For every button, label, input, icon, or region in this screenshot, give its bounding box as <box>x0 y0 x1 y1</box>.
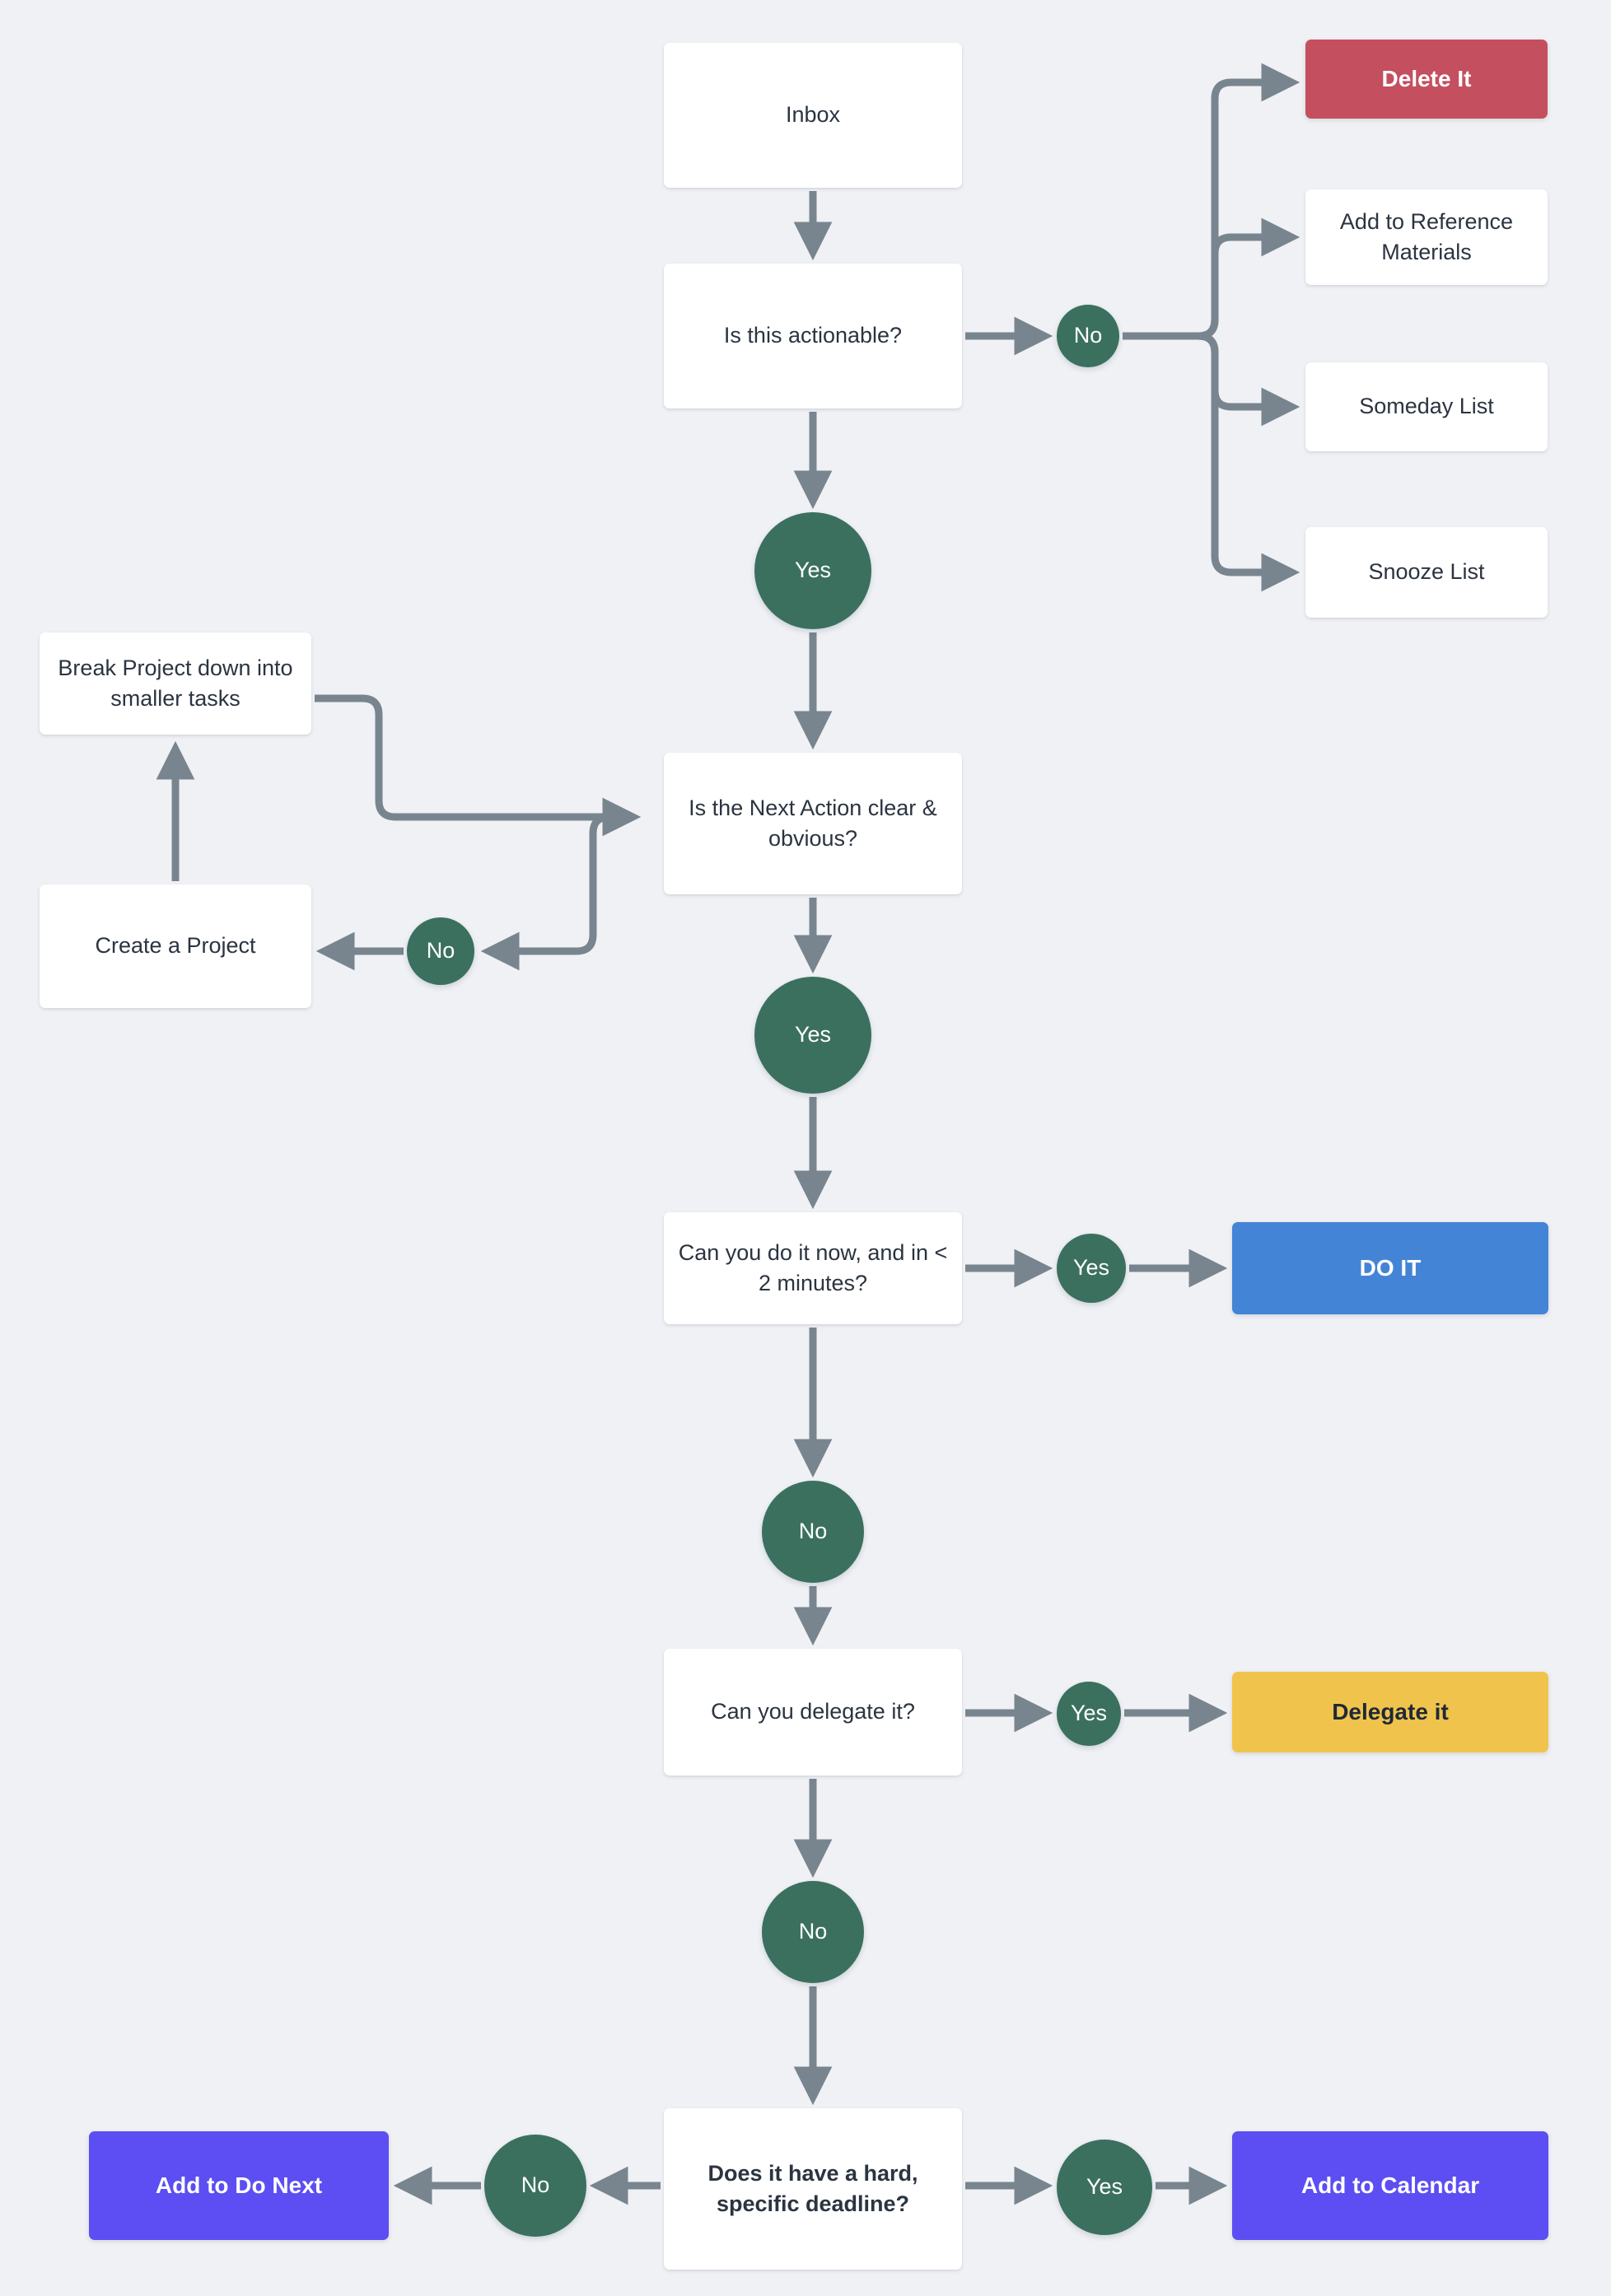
node-do-it[interactable]: DO IT <box>1232 1222 1548 1314</box>
decision-next-action-no[interactable]: No <box>407 917 474 985</box>
edge-no-reference <box>1123 217 1300 340</box>
decision-actionable-no-label: No <box>1073 323 1103 348</box>
decision-delegate-no-label: No <box>798 1919 828 1944</box>
node-can-you-delegate-it-label: Can you delegate it? <box>711 1699 915 1724</box>
node-delegate-it-label: Delegate it <box>1332 1698 1449 1724</box>
decision-two-minutes-yes[interactable]: Yes <box>1057 1234 1126 1303</box>
node-do-it-label: DO IT <box>1359 1254 1422 1281</box>
edge-break-nextaction <box>315 694 642 837</box>
decision-actionable-yes-label: Yes <box>794 558 832 583</box>
node-add-to-reference-materials-label: Add to Reference Materials <box>1339 208 1514 264</box>
decision-delegate-yes[interactable]: Yes <box>1057 1682 1121 1746</box>
decision-actionable-no[interactable]: No <box>1057 305 1119 367</box>
node-someday-list-label: Someday List <box>1359 394 1494 419</box>
node-snooze-list[interactable]: Snooze List <box>1305 527 1548 618</box>
decision-two-minutes-yes-label: Yes <box>1072 1255 1110 1281</box>
node-is-this-actionable[interactable]: Is this actionable? <box>664 264 962 408</box>
node-inbox[interactable]: Inbox <box>664 43 962 188</box>
node-break-project-down[interactable]: Break Project down into smaller tasks <box>40 632 311 735</box>
edge-no-snooze <box>1123 332 1300 592</box>
decision-two-minutes-no[interactable]: No <box>762 1481 864 1583</box>
flowchart-canvas: Inbox Is this actionable? No Delete It A… <box>0 0 1611 2296</box>
node-break-project-down-label: Break Project down into smaller tasks <box>58 655 293 711</box>
node-add-to-reference-materials[interactable]: Add to Reference Materials <box>1305 189 1548 285</box>
node-add-to-calendar-label: Add to Calendar <box>1300 2172 1480 2198</box>
decision-deadline-yes[interactable]: Yes <box>1057 2140 1152 2235</box>
decision-two-minutes-no-label: No <box>798 1519 828 1544</box>
decision-next-action-yes-label: Yes <box>794 1022 832 1048</box>
node-inbox-label: Inbox <box>785 102 841 128</box>
decision-delegate-yes-label: Yes <box>1070 1701 1108 1726</box>
edge-no-someday <box>1123 332 1300 427</box>
decision-actionable-yes[interactable]: Yes <box>754 512 871 629</box>
node-create-a-project[interactable]: Create a Project <box>40 884 311 1008</box>
node-does-it-have-a-deadline[interactable]: Does it have a hard, specific deadline? <box>664 2108 962 2270</box>
node-someday-list[interactable]: Someday List <box>1305 362 1548 451</box>
edge-no-delete <box>1123 63 1300 340</box>
node-is-this-actionable-label: Is this actionable? <box>723 323 903 348</box>
decision-next-action-no-label: No <box>426 938 455 964</box>
node-delete-it-label: Delete It <box>1381 65 1472 91</box>
decision-deadline-no-label: No <box>521 2172 550 2198</box>
node-add-to-calendar[interactable]: Add to Calendar <box>1232 2131 1548 2240</box>
node-can-you-delegate-it[interactable]: Can you delegate it? <box>664 1649 962 1776</box>
node-can-you-do-it-now-label: Can you do it now, and in < 2 minutes? <box>678 1239 948 1295</box>
decision-next-action-yes[interactable]: Yes <box>754 977 871 1094</box>
edge-nextaction-no <box>480 813 628 971</box>
node-delete-it[interactable]: Delete It <box>1305 40 1548 119</box>
node-delegate-it[interactable]: Delegate it <box>1232 1672 1548 1752</box>
node-is-next-action-clear-label: Is the Next Action clear & obvious? <box>689 795 937 851</box>
node-add-to-do-next-label: Add to Do Next <box>155 2172 323 2198</box>
node-create-a-project-label: Create a Project <box>95 933 256 959</box>
node-is-next-action-clear[interactable]: Is the Next Action clear & obvious? <box>664 753 962 894</box>
node-add-to-do-next[interactable]: Add to Do Next <box>89 2131 389 2240</box>
node-does-it-have-a-deadline-label: Does it have a hard, specific deadline? <box>707 2160 918 2216</box>
decision-deadline-no[interactable]: No <box>484 2135 586 2237</box>
decision-deadline-yes-label: Yes <box>1086 2174 1123 2200</box>
node-snooze-list-label: Snooze List <box>1368 559 1485 585</box>
node-can-you-do-it-now[interactable]: Can you do it now, and in < 2 minutes? <box>664 1212 962 1324</box>
decision-delegate-no[interactable]: No <box>762 1881 864 1983</box>
